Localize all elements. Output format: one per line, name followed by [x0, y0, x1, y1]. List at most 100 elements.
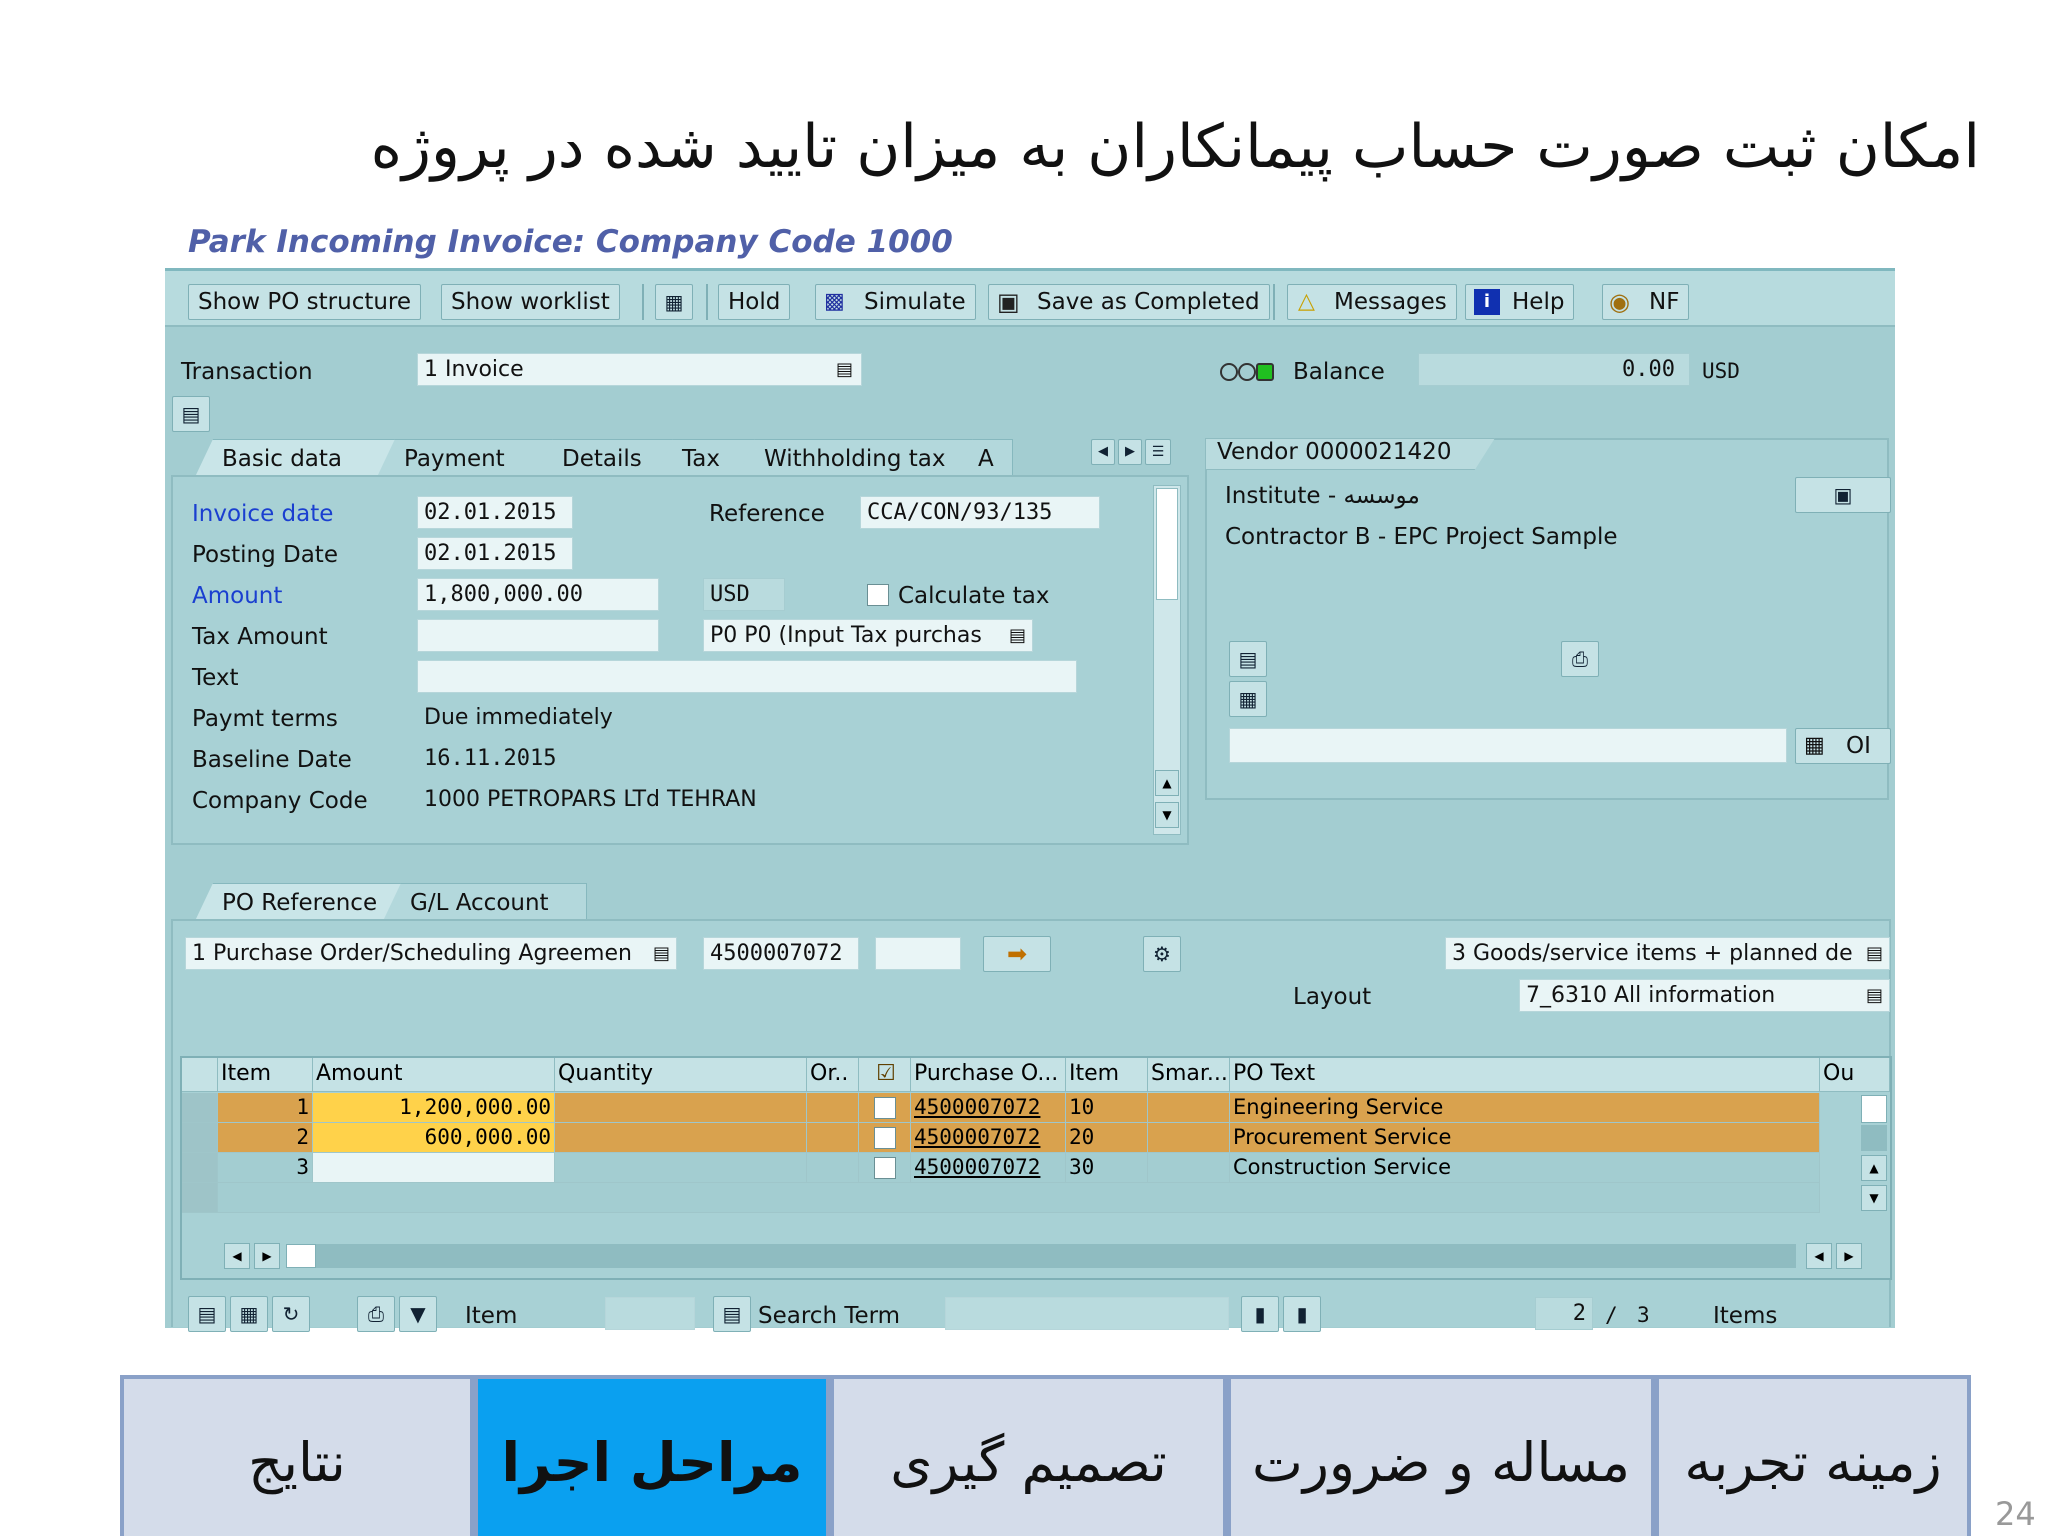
col-select-header[interactable]: ☑ [859, 1058, 911, 1092]
footer-item-field[interactable] [605, 1297, 695, 1330]
scroll-thumb[interactable] [1156, 488, 1178, 600]
show-worklist-button[interactable]: Show worklist [441, 284, 620, 320]
tab-gl-account[interactable]: G/L Account [383, 883, 587, 921]
scroll-left-icon[interactable]: ◀ [224, 1243, 250, 1269]
select-all-icon[interactable]: ▤ [188, 1296, 226, 1332]
show-po-structure-button[interactable]: Show PO structure [188, 284, 422, 320]
nav-experience-context[interactable]: زمینه تجربه [1655, 1375, 1971, 1536]
po-item-field[interactable] [875, 937, 961, 970]
search-term-field[interactable] [945, 1297, 1229, 1330]
table-vertical-scrollbar[interactable]: ▲ ▼ [1860, 1093, 1888, 1211]
currency-field[interactable]: USD [703, 578, 785, 611]
col-po-text-header[interactable]: PO Text [1230, 1058, 1820, 1092]
cell-quantity[interactable] [555, 1093, 807, 1123]
col-item-header[interactable]: Item [218, 1058, 313, 1092]
dropdown-icon[interactable]: ▤ [1008, 620, 1026, 651]
reference-field[interactable]: CCA/CON/93/135 [860, 496, 1100, 529]
tab-payment[interactable]: Payment [377, 439, 561, 477]
dropdown-icon[interactable]: ▤ [836, 354, 853, 385]
scroll-track[interactable] [316, 1244, 1796, 1268]
col-po-item-header[interactable]: Item [1066, 1058, 1148, 1092]
table-row[interactable]: 2 600,000.00 4500007072 20 Procurement S… [182, 1123, 1890, 1153]
col-quantity-header[interactable]: Quantity [555, 1058, 807, 1092]
print-icon[interactable]: ⎙ [1561, 641, 1599, 677]
dropdown-icon[interactable]: ▤ [1865, 938, 1883, 969]
find-next-icon[interactable]: ▮ [1283, 1296, 1321, 1332]
filter-icon[interactable]: ▼ [399, 1296, 437, 1332]
tab-list-icon[interactable]: ☰ [1145, 439, 1171, 465]
invoice-date-field[interactable]: 02.01.2015 [417, 496, 573, 529]
amount-field[interactable]: 1,800,000.00 [417, 578, 659, 611]
cell-purchase-order[interactable]: 4500007072 [911, 1123, 1066, 1153]
messages-button[interactable]: △ Messages [1287, 284, 1457, 320]
deselect-all-icon[interactable]: ▦ [230, 1296, 268, 1332]
po-search-icon[interactable]: ⚙ [1143, 936, 1181, 972]
scroll-left-icon[interactable]: ◀ [1806, 1243, 1832, 1269]
col-smart-header[interactable]: Smar... [1148, 1058, 1230, 1092]
cell-amount[interactable] [313, 1153, 555, 1183]
search-term-icon[interactable]: ▤ [713, 1296, 751, 1332]
dropdown-icon[interactable]: ▤ [1865, 980, 1883, 1011]
scroll-thumb[interactable] [1861, 1125, 1887, 1151]
col-purchase-order-header[interactable]: Purchase O... [911, 1058, 1066, 1092]
row-selector[interactable] [182, 1093, 218, 1123]
table-row[interactable] [182, 1183, 1890, 1213]
scroll-down-icon[interactable]: ▼ [1155, 802, 1179, 828]
table-row[interactable]: 1 1,200,000.00 4500007072 10 Engineering… [182, 1093, 1890, 1123]
col-order-header[interactable]: Or.. [807, 1058, 859, 1092]
cell-quantity[interactable] [555, 1153, 807, 1183]
nf-button[interactable]: ◉ NF [1602, 284, 1690, 320]
scroll-thumb[interactable] [286, 1244, 316, 1268]
hold-button[interactable]: Hold [718, 284, 791, 320]
layout-select[interactable]: 7_6310 All information ▤ [1519, 979, 1890, 1012]
cell-purchase-order[interactable]: 4500007072 [911, 1093, 1066, 1123]
nav-implementation-steps[interactable]: مراحل اجرا [474, 1375, 830, 1536]
tax-code-select[interactable]: P0 P0 (Input Tax purchas ▤ [703, 619, 1033, 652]
nav-decision-making[interactable]: تصمیم گیری [830, 1375, 1227, 1536]
table-row[interactable]: 3 4500007072 30 Construction Service [182, 1153, 1890, 1183]
row-select-header[interactable] [182, 1058, 218, 1092]
tab-po-reference[interactable]: PO Reference [195, 883, 405, 921]
print-icon[interactable]: ⎙ [357, 1296, 395, 1332]
tab-scroll-right-icon[interactable]: ▶ [1118, 439, 1142, 465]
refresh-icon[interactable]: ↻ [272, 1296, 310, 1332]
open-items-button[interactable]: ▦ OI [1795, 728, 1891, 764]
tab-scroll-left-icon[interactable]: ◀ [1091, 439, 1115, 465]
cell-select-checkbox[interactable] [859, 1093, 911, 1123]
po-number-field[interactable]: 4500007072 [703, 937, 859, 970]
dropdown-icon[interactable]: ▤ [652, 938, 670, 969]
cell-amount[interactable]: 1,200,000.00 [313, 1093, 555, 1123]
calculate-tax-checkbox[interactable] [867, 584, 889, 606]
tab-details[interactable]: Details [535, 439, 678, 477]
vendor-info-field[interactable] [1229, 728, 1787, 763]
cell-purchase-order[interactable]: 4500007072 [911, 1153, 1066, 1183]
cell-quantity[interactable] [555, 1123, 807, 1153]
simulate-button[interactable]: ▩ Simulate [815, 284, 976, 320]
cell-select-checkbox[interactable] [859, 1153, 911, 1183]
vendor-detail-icon[interactable]: ▣ [1795, 477, 1891, 513]
tab-withholding-tax[interactable]: Withholding tax [737, 439, 977, 477]
transfer-arrow-icon[interactable]: ➡ [983, 936, 1051, 972]
find-icon[interactable]: ▮ [1241, 1296, 1279, 1332]
tab-basic-data[interactable]: Basic data [195, 439, 407, 477]
scroll-right-icon[interactable]: ▶ [1836, 1243, 1862, 1269]
row-selector[interactable] [182, 1123, 218, 1153]
vendor-change-icon[interactable]: ▦ [1229, 681, 1267, 717]
row-selector[interactable] [182, 1183, 218, 1213]
layout-toggle-icon[interactable]: ▤ [172, 396, 210, 432]
bank-icon[interactable]: ▤ [1229, 641, 1267, 677]
tax-amount-field[interactable] [417, 619, 659, 652]
scroll-up-icon[interactable]: ▲ [1861, 1155, 1887, 1181]
scroll-down-icon[interactable]: ▼ [1861, 1185, 1887, 1211]
text-field[interactable] [417, 660, 1077, 693]
po-selection-select[interactable]: 3 Goods/service items + planned de ▤ [1445, 937, 1890, 970]
posting-date-field[interactable]: 02.01.2015 [417, 537, 573, 570]
po-doc-type-select[interactable]: 1 Purchase Order/Scheduling Agreemen ▤ [185, 937, 677, 970]
nav-problem-necessity[interactable]: مساله و ضرورت [1227, 1375, 1655, 1536]
cell-select-checkbox[interactable] [859, 1123, 911, 1153]
row-selector[interactable] [182, 1153, 218, 1183]
scroll-right-icon[interactable]: ▶ [254, 1243, 280, 1269]
document-icon[interactable]: ▦ [655, 284, 693, 320]
nav-results[interactable]: نتایج [120, 1375, 474, 1536]
col-ou-header[interactable]: Ou [1820, 1058, 1890, 1092]
